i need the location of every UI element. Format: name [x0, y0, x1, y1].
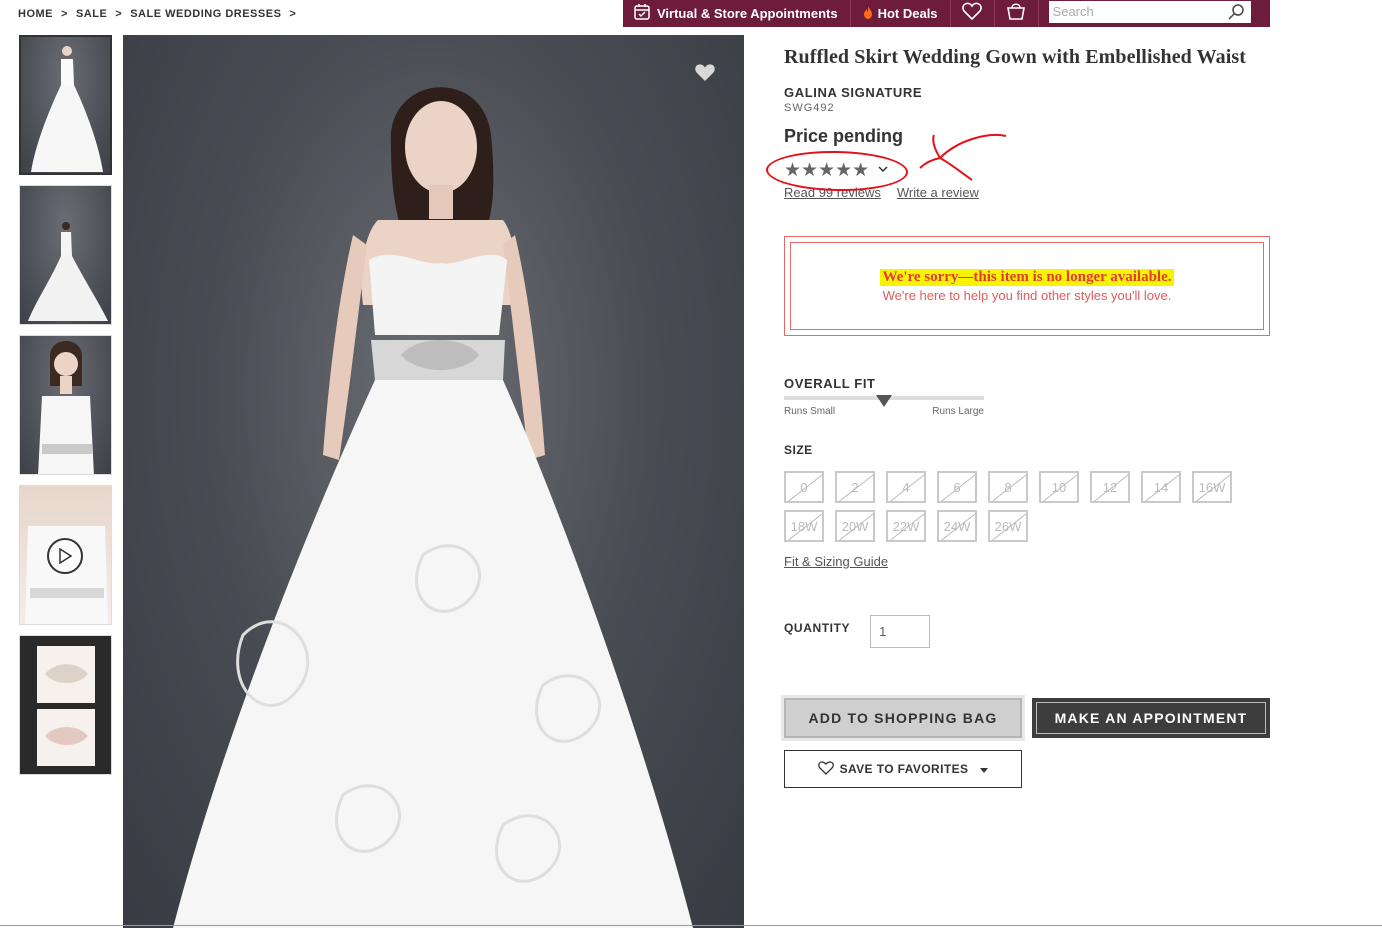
unavailable-notice-inner: We're sorry—this item is no longer avail…	[790, 242, 1264, 330]
unavailable-title: We're sorry—this item is no longer avail…	[880, 269, 1174, 286]
overall-fit-scale	[784, 395, 984, 407]
size-option-unavailable[interactable]: 24W	[937, 510, 977, 542]
search-input[interactable]	[1048, 0, 1251, 23]
quantity-row: QUANTITY	[784, 615, 1270, 648]
quantity-label: QUANTITY	[784, 621, 851, 635]
size-option-unavailable[interactable]: 14	[1141, 471, 1181, 503]
hot-deals-label: Hot Deals	[877, 6, 938, 21]
size-option-unavailable[interactable]: 0	[784, 471, 824, 503]
shopping-bag-button[interactable]	[995, 0, 1039, 27]
breadcrumb-home[interactable]: HOME	[18, 8, 53, 20]
fit-marker-icon	[876, 395, 892, 407]
unavailable-notice: We're sorry—this item is no longer avail…	[784, 236, 1270, 336]
fit-scale-labels: Runs Small Runs Large	[784, 406, 984, 417]
breadcrumb-sale-wedding-dresses[interactable]: SALE WEDDING DRESSES	[130, 8, 281, 20]
thumbnail-video[interactable]	[19, 485, 112, 625]
size-option-unavailable[interactable]: 22W	[886, 510, 926, 542]
product-sku: SWG492	[784, 102, 835, 114]
size-option-unavailable[interactable]: 8	[988, 471, 1028, 503]
size-option-unavailable[interactable]: 2	[835, 471, 875, 503]
favorites-button[interactable]	[951, 0, 995, 27]
heart-icon	[962, 2, 982, 25]
caret-down-icon	[980, 762, 989, 776]
heart-outline-icon	[817, 760, 834, 778]
top-utility-bar: Virtual & Store Appointments Hot Deals	[623, 0, 1270, 27]
thumbnail-front[interactable]	[19, 35, 112, 175]
breadcrumb-separator: >	[61, 8, 68, 20]
flame-icon	[863, 5, 873, 22]
product-price: Price pending	[784, 126, 904, 146]
quantity-input[interactable]	[870, 615, 931, 648]
product-info: Ruffled Skirt Wedding Gown with Embellis…	[765, 46, 1270, 788]
image-favorite-heart-icon[interactable]	[694, 63, 716, 87]
size-option-unavailable[interactable]: 26W	[988, 510, 1028, 542]
hot-deals-link[interactable]: Hot Deals	[851, 0, 951, 27]
breadcrumb-sale[interactable]: SALE	[76, 8, 107, 20]
thumbnail-detail[interactable]	[19, 635, 112, 775]
add-to-bag-button[interactable]: ADD TO SHOPPING BAG	[781, 695, 1025, 741]
size-option-unavailable[interactable]: 18W	[784, 510, 824, 542]
shopping-bag-icon	[1006, 1, 1026, 26]
appointments-link[interactable]: Virtual & Store Appointments	[623, 0, 851, 27]
main-product-image	[123, 35, 744, 928]
annotation-arrow	[919, 134, 1007, 181]
size-option-unavailable[interactable]: 10	[1039, 471, 1079, 503]
purchase-buttons: ADD TO SHOPPING BAG MAKE AN APPOINTMENT	[781, 695, 1270, 741]
product-title: Ruffled Skirt Wedding Gown with Embellis…	[784, 46, 1247, 68]
save-to-favorites-button[interactable]: SAVE TO FAVORITES	[784, 750, 1022, 788]
fit-min-label: Runs Small	[784, 406, 836, 417]
thumbnail-gallery	[19, 35, 112, 785]
fit-max-label: Runs Large	[932, 406, 984, 417]
breadcrumb-separator: >	[115, 8, 123, 20]
thumbnail-back[interactable]	[19, 185, 112, 325]
unavailable-subtitle: We're here to help you find other styles…	[882, 288, 1172, 303]
play-icon[interactable]	[47, 538, 83, 574]
size-option-unavailable[interactable]: 16W	[1192, 471, 1232, 503]
search-box	[1048, 0, 1251, 26]
calendar-icon	[633, 3, 651, 24]
appointments-label: Virtual & Store Appointments	[657, 6, 838, 21]
fit-sizing-guide-link[interactable]: Fit & Sizing Guide	[784, 554, 888, 569]
overall-fit-label: OVERALL FIT	[784, 376, 876, 391]
size-options: 0 2 4 6 8 10 12 14 16W 18W 20W 22W 24W 26W	[784, 471, 1240, 542]
thumbnail-closeup[interactable]	[19, 335, 112, 475]
size-option-unavailable[interactable]: 6	[937, 471, 977, 503]
make-appointment-button[interactable]: MAKE AN APPOINTMENT	[1032, 698, 1270, 738]
page-bottom-divider	[0, 925, 1382, 926]
size-option-unavailable[interactable]: 4	[886, 471, 926, 503]
write-review-link[interactable]: Write a review	[897, 185, 979, 200]
sizing-guide: Fit & Sizing Guide	[784, 554, 1270, 569]
save-to-favorites-label: SAVE TO FAVORITES	[839, 762, 969, 776]
breadcrumb: HOME > SALE > SALE WEDDING DRESSES >	[18, 8, 298, 20]
product-brand: GALINA SIGNATURE	[784, 85, 923, 100]
breadcrumb-separator: >	[289, 8, 297, 20]
size-option-unavailable[interactable]: 20W	[835, 510, 875, 542]
size-label: SIZE	[784, 443, 813, 457]
rating-dropdown[interactable]: ★★★★★	[765, 149, 1270, 193]
search-icon[interactable]	[1227, 3, 1245, 26]
size-option-unavailable[interactable]: 12	[1090, 471, 1130, 503]
